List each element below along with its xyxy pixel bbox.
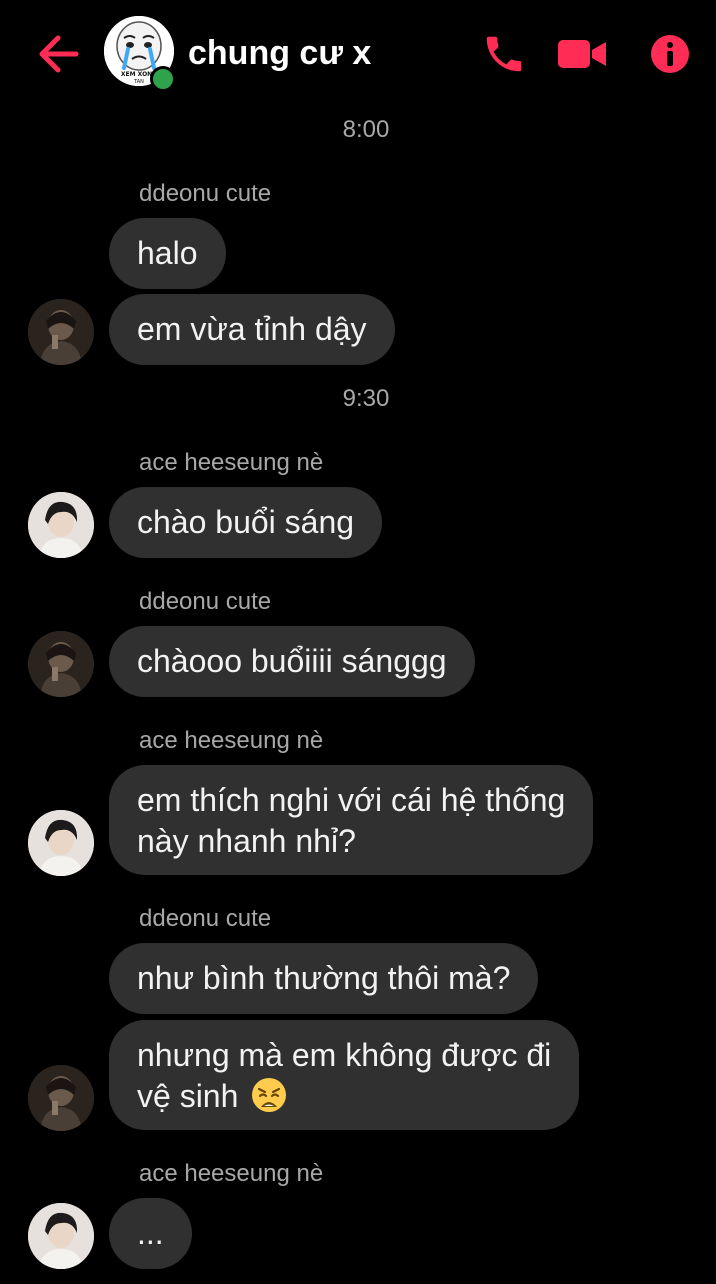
message-text: ... (137, 1215, 164, 1251)
message-text: như bình thường thôi mà? (137, 960, 511, 996)
profile-photo (28, 492, 94, 558)
sender-name: ace heeseung nè (139, 1160, 324, 1187)
message-bubble[interactable]: ... (109, 1198, 192, 1269)
message-bubble[interactable]: chàooo buổiiii sánggg (109, 626, 475, 697)
profile-photo (28, 1203, 94, 1269)
sender-name: ace heeseung nè (139, 449, 324, 476)
sender-name: ddeonu cute (139, 180, 272, 207)
message-text: em vừa tỉnh dậy (137, 311, 367, 347)
info-button[interactable] (644, 28, 696, 80)
user-avatar[interactable] (28, 299, 94, 365)
profile-photo (28, 1065, 94, 1131)
profile-photo (28, 631, 94, 697)
message-text: này nhanh nhỉ? (137, 823, 356, 859)
profile-photo (28, 810, 94, 876)
svg-text:TAN: TAN (133, 79, 144, 85)
message-bubble[interactable]: như bình thường thôi mà? (109, 943, 539, 1014)
timestamp: 9:30 (342, 385, 390, 412)
weary-face-emoji-icon (252, 1078, 287, 1112)
timestamp: 8:00 (342, 116, 390, 143)
message-text: chào buổi sáng (137, 504, 355, 540)
info-icon (651, 35, 689, 73)
video-call-button[interactable] (556, 28, 608, 80)
online-status-dot (150, 66, 176, 92)
user-avatar[interactable] (28, 631, 94, 697)
user-avatar[interactable] (28, 810, 94, 876)
profile-photo (28, 299, 94, 365)
message-text: halo (137, 235, 198, 271)
message-bubble[interactable]: em vừa tỉnh dậy (109, 294, 395, 365)
phone-icon (486, 36, 522, 72)
sender-name: ddeonu cute (139, 905, 272, 932)
message-bubble[interactable]: chào buổi sáng (109, 487, 383, 558)
chat-header: XEM XONG TAN chung cư x (0, 0, 716, 108)
user-avatar[interactable] (28, 492, 94, 558)
chat-title[interactable]: chung cư x (188, 34, 371, 73)
message-bubble[interactable]: halo (109, 218, 226, 289)
back-arrow-icon (39, 35, 79, 73)
message-text: chàooo buổiiii sánggg (137, 643, 447, 679)
user-avatar[interactable] (28, 1065, 94, 1131)
voice-call-button[interactable] (478, 28, 530, 80)
message-text: vệ sinh (137, 1078, 239, 1114)
message-bubble[interactable]: nhưng mà em không được đi vệ sinh (109, 1020, 580, 1130)
sender-name: ddeonu cute (139, 588, 272, 615)
back-button[interactable] (34, 30, 82, 78)
user-avatar[interactable] (28, 1203, 94, 1269)
message-bubble[interactable]: em thích nghi với cái hệ thống này nhanh… (109, 765, 594, 875)
sender-name: ace heeseung nè (139, 727, 324, 754)
message-text: nhưng mà em không được đi (137, 1037, 552, 1073)
message-text: em thích nghi với cái hệ thống (137, 782, 566, 818)
video-camera-icon (558, 40, 606, 68)
